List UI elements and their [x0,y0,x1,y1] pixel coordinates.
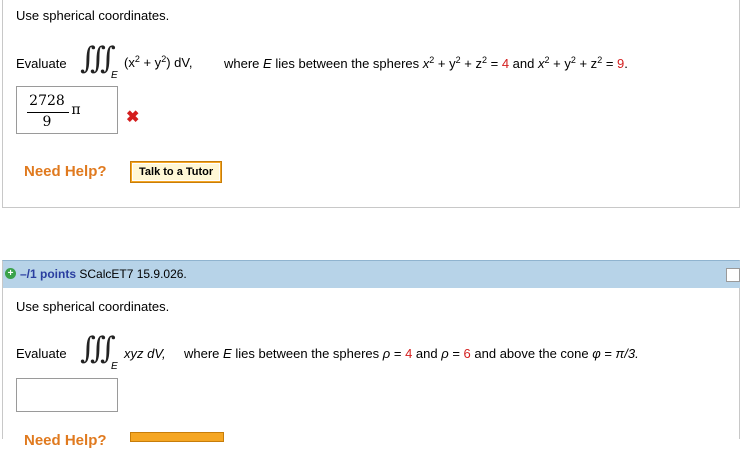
q1-eq: = [602,56,618,71]
q2-instruction: Use spherical coordinates. [16,299,170,314]
talk-to-tutor-button[interactable]: Talk to a Tutor [130,161,223,183]
q1-answer-numerator: 2728 [29,93,65,109]
q1-plus-y: + y [434,56,456,71]
q2-integral-subscript: E [111,361,118,372]
q1-exp: 2 [544,55,550,65]
q1-exp: 2 [481,55,487,65]
incorrect-x-icon: ✖ [126,109,140,126]
q1-exp: 2 [429,55,435,65]
q2-rho: ρ [441,346,449,361]
q2-evaluate-label: Evaluate [16,346,67,361]
q2-need-help-label: Need Help? [24,432,107,449]
q1-integrand: (x2 + y2) dV, [124,54,193,70]
q1-radius-1: 4 [501,56,510,71]
q2-lies-text: lies between the spheres [235,346,380,361]
q1-integral-subscript: E [111,70,118,81]
q1-exp: 2 [134,54,140,64]
q1-exp: 2 [597,55,603,65]
q2-triple-integral-symbol: ∭ [80,331,116,366]
q1-integrand-close: ) dV, [166,55,193,70]
q2-condition: where E lies between the spheres ρ = 4 a… [184,346,639,361]
expand-plus-icon[interactable]: + [5,268,16,279]
q1-fraction-bar [27,112,69,113]
q2-answer-input[interactable] [16,378,118,412]
q1-plus-z: + z [460,56,482,71]
talk-to-tutor-label: Talk to a Tutor [132,163,221,181]
q2-talk-to-tutor-button[interactable] [130,432,224,442]
q2-eq: = [448,346,464,361]
q1-answer-pi: π [71,102,81,118]
q1-x: x [538,56,545,71]
q2-eq: = [600,346,616,361]
points-label: –/1 points [20,267,77,281]
q1-instruction: Use spherical coordinates. [16,8,170,23]
q1-condition: where E lies between the spheres x2 + y2… [224,55,628,71]
notes-icon[interactable] [726,268,740,282]
q1-where: where [224,56,260,71]
q1-integrand-open: (x [124,55,135,70]
q2-radius-2: 6 [463,346,471,361]
q1-evaluate-label: Evaluate [16,56,67,71]
q1-answer-box[interactable]: 2728 9 π [16,86,118,134]
question-header-text: –/1 points SCalcET7 15.9.026. [20,267,187,281]
need-help-label: Need Help? [24,163,107,180]
q2-eq: = [390,346,406,361]
q1-lies-text: lies between the spheres [275,56,420,71]
q1-triple-integral-symbol: ∭ [80,41,116,76]
q1-and: and [512,56,535,71]
q1-region-var: E [263,56,272,71]
q2-radius-1: 4 [405,346,413,361]
q2-phi: φ [592,346,601,361]
q2-and: and [415,346,438,361]
q1-eq: = [486,56,502,71]
q2-region-var: E [223,346,232,361]
q1-exp: 2 [161,54,167,64]
q1-plus-y: + y [549,56,571,71]
q1-integrand-plus: + y [139,55,162,70]
q1-exp: 2 [455,55,461,65]
q1-plus-z: + z [575,56,598,71]
q2-angle: π/3. [615,346,639,361]
problem-id: SCalcET7 15.9.026. [79,267,187,281]
q1-answer-denominator: 9 [42,114,52,130]
q2-where: where [184,346,220,361]
q1-period: . [624,56,628,71]
q2-cone-text: and above the cone [474,346,589,361]
q1-exp: 2 [570,55,576,65]
q2-integrand: xyz dV, [124,346,166,361]
